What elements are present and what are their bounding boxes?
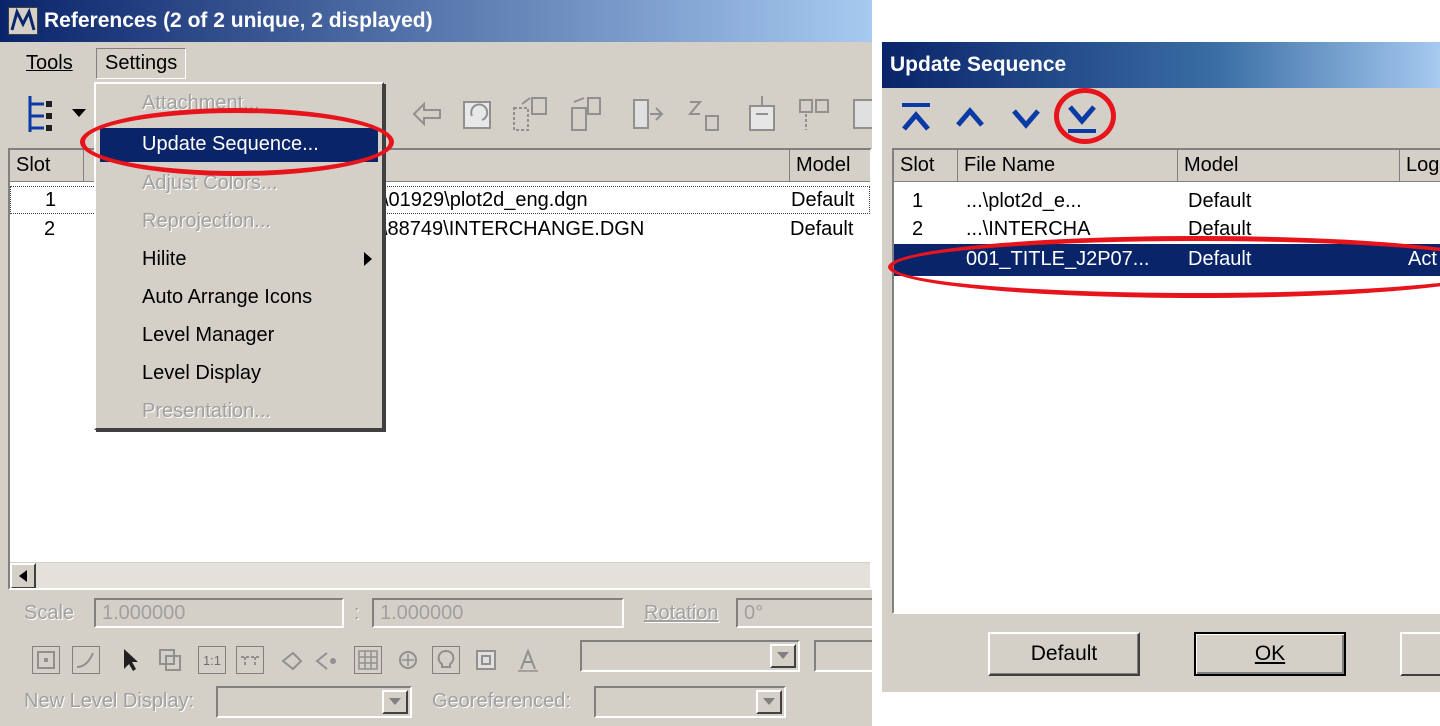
menu-item-level-manager[interactable]: Level Manager <box>142 324 274 347</box>
row-model: Default <box>791 189 855 211</box>
display-toggle-icon[interactable] <box>32 646 60 674</box>
update-sequence-title: Update Sequence <box>890 53 1067 76</box>
row-model: Default <box>790 218 854 240</box>
ok-button[interactable]: OK <box>1194 632 1346 676</box>
lightbulb-icon[interactable] <box>432 646 460 674</box>
menu-item-presentation[interactable]: Presentation... <box>142 400 271 423</box>
references-titlebar[interactable]: References (2 of 2 unique, 2 displayed) <box>0 0 872 42</box>
text-style-icon[interactable] <box>514 646 542 674</box>
display-combo[interactable] <box>580 640 800 672</box>
column-header-model[interactable]: Model <box>1178 150 1400 182</box>
row-slot: 2 <box>44 218 56 240</box>
references-title: References (2 of 2 unique, 2 displayed) <box>44 9 433 32</box>
row-slot: 2 <box>912 218 924 240</box>
submenu-arrow-icon <box>364 252 372 266</box>
rotation-input[interactable]: 0° <box>736 598 872 628</box>
menu-item-auto-arrange-icons[interactable]: Auto Arrange Icons <box>142 286 312 309</box>
row-file: \88749\INTERCHANGE.DGN <box>382 218 645 240</box>
list-tree-icon[interactable] <box>20 90 68 138</box>
scroll-left-button[interactable] <box>10 563 36 588</box>
extra-combo[interactable] <box>814 640 872 672</box>
menu-item-hilite[interactable]: Hilite <box>142 248 186 271</box>
horizontal-scrollbar[interactable] <box>10 562 870 588</box>
move-up-icon[interactable] <box>950 98 990 138</box>
column-header-logical[interactable]: Log <box>1400 150 1440 182</box>
raster-icon[interactable] <box>394 646 422 674</box>
row-model: Default <box>1188 218 1252 240</box>
default-button[interactable]: Default <box>988 632 1140 676</box>
row-file: 001_TITLE_J2P07... <box>966 248 1150 270</box>
locate-pointer-icon[interactable] <box>116 646 144 674</box>
row-slot: 1 <box>45 189 57 211</box>
menu-item-adjust-colors[interactable]: Adjust Colors... <box>142 172 278 195</box>
reload-icon[interactable] <box>846 92 872 136</box>
microstation-app-icon <box>8 7 38 35</box>
copy-tool-icon[interactable] <box>458 94 498 134</box>
menu-tools[interactable]: Tools <box>26 52 73 75</box>
scale-label: Scale <box>24 602 75 624</box>
column-header-file-name[interactable]: File Name <box>958 150 1178 182</box>
rotate-tool-icon[interactable] <box>566 92 606 136</box>
menu-item-level-display[interactable]: Level Display <box>142 362 261 385</box>
references-window: References (2 of 2 unique, 2 displayed) … <box>0 0 872 726</box>
scale-input-1[interactable]: 1.000000 <box>94 598 344 628</box>
table-row[interactable]: 1 ...\plot2d_e... Default <box>894 188 1440 216</box>
level-symbology-icon[interactable] <box>472 646 500 674</box>
layers-icon[interactable] <box>156 646 184 674</box>
display-toggle-bar: 1:1 <box>28 640 568 680</box>
row-logical: Act <box>1408 248 1437 270</box>
scale-tool-icon[interactable] <box>510 92 550 136</box>
new-level-display-combo[interactable] <box>216 686 412 718</box>
grid-icon[interactable] <box>354 646 382 674</box>
row-file: \01929\plot2d_eng.dgn <box>383 189 588 211</box>
true-scale-icon[interactable]: 1:1 <box>198 646 226 674</box>
dropdown-arrow-icon[interactable] <box>70 104 88 124</box>
table-row[interactable]: 2 ...\INTERCHA Default <box>894 216 1440 244</box>
update-sequence-dialog: Update Sequence Slot File Name Model Log… <box>880 40 1440 692</box>
scale-input-2[interactable]: 1.000000 <box>372 598 624 628</box>
update-sequence-list: Slot File Name Model Log 1 ...\plot2d_e.… <box>892 148 1440 614</box>
row-file: ...\plot2d_e... <box>966 190 1082 212</box>
georeferenced-combo[interactable] <box>594 686 786 718</box>
column-header-model[interactable]: Model <box>790 150 870 182</box>
clip-mask-icon[interactable] <box>794 92 834 136</box>
move-to-top-icon[interactable] <box>896 98 936 138</box>
move-down-icon[interactable] <box>1006 98 1046 138</box>
row-model: Default <box>1188 248 1252 270</box>
menu-item-attachment[interactable]: Attachment... <box>142 92 260 115</box>
column-header-slot[interactable]: Slot <box>894 150 958 182</box>
new-level-display-label: New Level Display: <box>24 690 195 712</box>
rotation-label: Rotation <box>644 602 719 624</box>
update-sequence-titlebar[interactable]: Update Sequence <box>882 42 1440 88</box>
mirror-horizontal-icon[interactable] <box>628 92 668 136</box>
menu-settings[interactable]: Settings <box>96 48 187 79</box>
row-file: ...\INTERCHA <box>966 218 1091 240</box>
row-slot: 1 <box>912 190 924 212</box>
menu-item-update-sequence[interactable]: Update Sequence... <box>100 128 378 162</box>
table-row-selected[interactable]: 001_TITLE_J2P07... Default Act <box>894 244 1440 276</box>
settings-dropdown-menu: Attachment... Update Sequence... Adjust … <box>94 82 384 430</box>
combo-arrow[interactable] <box>770 644 796 668</box>
menu-item-reprojection[interactable]: Reprojection... <box>142 210 271 233</box>
line-style-icon[interactable] <box>236 646 264 674</box>
ignore-attachment-icon[interactable] <box>278 646 306 674</box>
row-model: Default <box>1188 190 1252 212</box>
move-tool-icon[interactable] <box>408 94 448 134</box>
arrow-left-icon <box>19 570 27 582</box>
column-header-slot[interactable]: Slot <box>10 150 84 182</box>
mirror-vertical-icon[interactable] <box>684 92 724 136</box>
scale-separator: : <box>354 602 360 624</box>
combo-arrow[interactable] <box>382 690 408 714</box>
combo-arrow[interactable] <box>756 690 782 714</box>
cancel-button[interactable] <box>1400 632 1440 676</box>
georeferenced-label: Georeferenced: <box>432 690 571 712</box>
references-menubar: Tools Settings <box>0 42 872 82</box>
move-to-bottom-icon[interactable] <box>1062 98 1102 138</box>
nested-attachment-icon[interactable] <box>312 646 340 674</box>
clip-boundary-icon[interactable] <box>742 92 782 136</box>
snap-toggle-icon[interactable] <box>72 646 100 674</box>
